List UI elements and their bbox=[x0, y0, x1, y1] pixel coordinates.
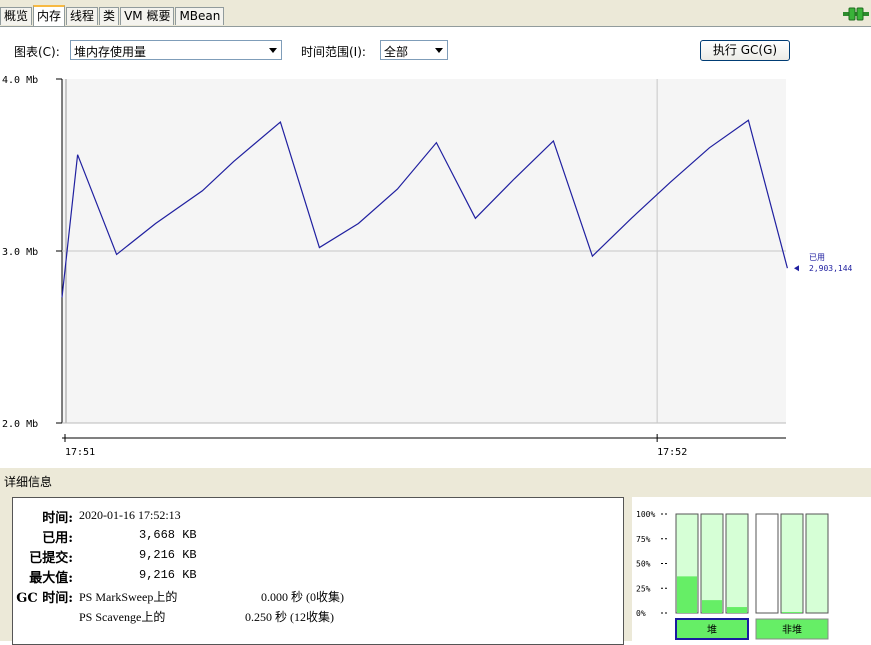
gc-collector-1-name: PS MarkSweep上的 bbox=[79, 590, 178, 604]
pool-panel-background bbox=[632, 497, 871, 641]
chevron-down-icon bbox=[269, 48, 277, 53]
pool-tick-label: 25% bbox=[636, 584, 651, 593]
y-tick-label: 2.0 Mb bbox=[2, 419, 38, 430]
current-value-label: 已用 bbox=[809, 253, 825, 262]
pool-bar-fill bbox=[677, 576, 697, 613]
memory-pool-bars: 100% 75% 50% 25% 0% 堆 非堆 bbox=[632, 497, 871, 641]
time-value: 2020-01-16 17:52:13 bbox=[79, 508, 181, 522]
tab-strip: 概览 内存 线程 类 VM 概要 MBean bbox=[0, 0, 871, 27]
committed-label: 已提交: bbox=[29, 551, 73, 566]
nonheap-pool-bar[interactable] bbox=[780, 513, 804, 614]
chart-label: 图表(C): bbox=[14, 45, 60, 59]
pool-tick-label: 75% bbox=[636, 535, 651, 544]
gc-collector-2-value: 0.250 秒 (12收集) bbox=[245, 610, 334, 624]
current-value-number: 2,903,144 bbox=[809, 264, 853, 273]
connection-icon[interactable] bbox=[843, 7, 869, 21]
pool-bar-fill bbox=[727, 607, 747, 613]
chart-select[interactable]: 堆内存使用量 bbox=[70, 40, 282, 60]
tab-classes[interactable]: 类 bbox=[99, 7, 120, 25]
used-label: 已用: bbox=[42, 531, 73, 546]
used-value: 3,668 KB bbox=[139, 528, 197, 542]
pool-bar-fill bbox=[782, 612, 802, 613]
pool-tick-label: 100% bbox=[636, 510, 655, 519]
pool-tick-label: 0% bbox=[636, 609, 646, 618]
tab-vm-summary[interactable]: VM 概要 bbox=[120, 7, 175, 25]
heap-usage-chart: 4.0 Mb 3.0 Mb 2.0 Mb 17:51 17:52 已用 2,903,1… bbox=[2, 75, 853, 458]
tab-list: 概览 内存 线程 类 VM 概要 MBean bbox=[0, 5, 225, 26]
current-value-marker bbox=[794, 265, 799, 272]
nonheap-pool-bar[interactable] bbox=[755, 513, 779, 614]
max-value: 9,216 KB bbox=[139, 568, 197, 582]
heap-pool-bar[interactable] bbox=[700, 513, 724, 614]
y-tick-label: 4.0 Mb bbox=[2, 75, 38, 86]
range-select[interactable]: 全部 bbox=[380, 40, 448, 60]
heap-button-label: 堆 bbox=[707, 624, 717, 636]
nonheap-button-label: 非堆 bbox=[782, 624, 802, 636]
details-box: 时间: 2020-01-16 17:52:13 已用: 3,668 KB 已提交… bbox=[12, 497, 624, 645]
pool-tick-label: 50% bbox=[636, 560, 651, 569]
details-title: 详细信息 bbox=[4, 475, 53, 489]
tab-mbean[interactable]: MBean bbox=[175, 7, 225, 25]
committed-value: 9,216 KB bbox=[139, 548, 197, 562]
tab-memory[interactable]: 内存 bbox=[33, 5, 66, 26]
chart-select-value: 堆内存使用量 bbox=[74, 45, 147, 59]
gc-collector-1-value: 0.000 秒 (0收集) bbox=[261, 590, 344, 604]
nonheap-pool-bar[interactable] bbox=[805, 513, 829, 614]
heap-pool-bar[interactable] bbox=[725, 513, 749, 614]
perform-gc-button[interactable]: 执行 GC(G) bbox=[700, 40, 790, 61]
gc-time-label: GC 时间: bbox=[16, 591, 73, 606]
tab-overview[interactable]: 概览 bbox=[0, 7, 33, 25]
range-select-value: 全部 bbox=[384, 45, 409, 59]
chevron-down-icon bbox=[435, 48, 443, 53]
y-tick-label: 3.0 Mb bbox=[2, 247, 38, 258]
max-label: 最大值: bbox=[29, 571, 73, 586]
x-tick-label: 17:52 bbox=[657, 447, 687, 458]
pool-bar-fill bbox=[702, 600, 722, 613]
time-label: 时间: bbox=[42, 511, 73, 526]
range-label: 时间范围(I): bbox=[301, 45, 366, 59]
x-tick-label: 17:51 bbox=[65, 447, 95, 458]
gc-collector-2-name: PS Scavenge上的 bbox=[79, 610, 166, 624]
tab-threads[interactable]: 线程 bbox=[66, 7, 99, 25]
